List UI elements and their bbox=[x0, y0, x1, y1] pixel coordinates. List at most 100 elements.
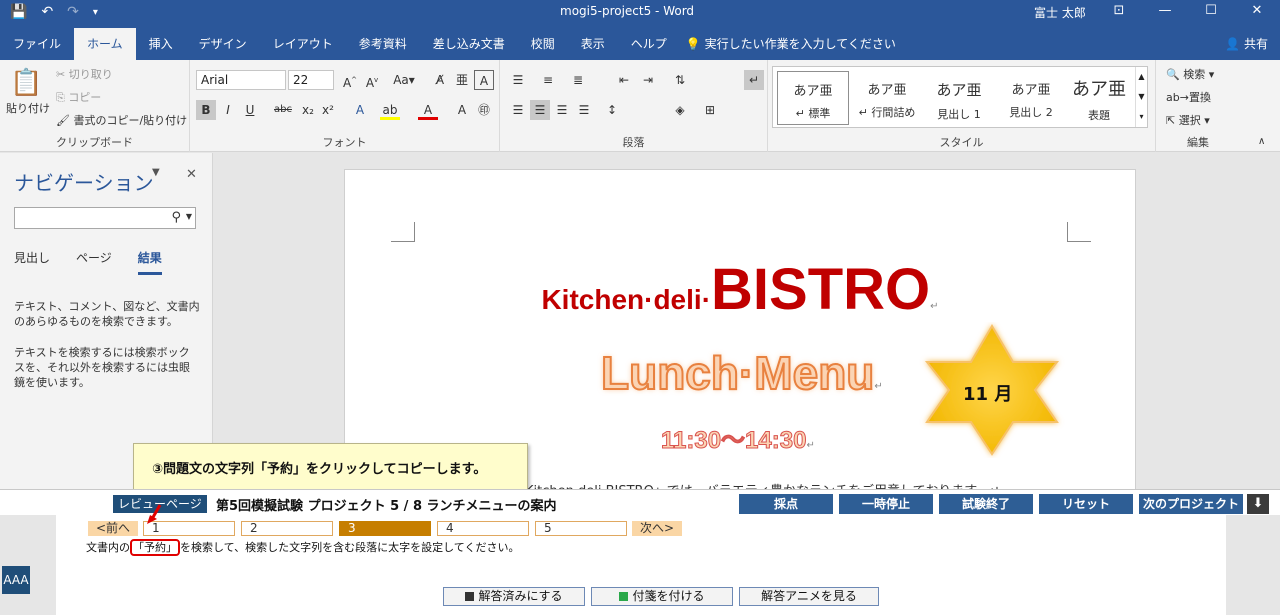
search-icon[interactable]: ⚲ bbox=[171, 210, 181, 225]
superscript-icon[interactable]: x² bbox=[318, 100, 338, 120]
font-name-combo[interactable]: Arial bbox=[196, 70, 286, 90]
phonetic-guide-icon[interactable]: 亜 bbox=[452, 70, 472, 90]
sort-icon[interactable]: ⇅ bbox=[670, 70, 690, 90]
borders-icon[interactable]: ⊞ bbox=[700, 100, 720, 120]
view-answer-animation-button[interactable]: 解答アニメを見る bbox=[739, 587, 879, 606]
tab-home[interactable]: ホーム bbox=[74, 28, 136, 60]
nav-tab-headings[interactable]: 見出し bbox=[14, 249, 50, 275]
font-size-combo[interactable]: 22 bbox=[288, 70, 334, 90]
prev-task-button[interactable]: <前へ bbox=[88, 521, 138, 536]
tab-help[interactable]: ヘルプ bbox=[618, 28, 680, 60]
font-color-icon[interactable]: A bbox=[418, 100, 438, 120]
style-heading1[interactable]: あア亜 見出し 1 bbox=[923, 71, 995, 125]
reset-button[interactable]: リセット bbox=[1039, 494, 1133, 514]
tab-mailings[interactable]: 差し込み文書 bbox=[420, 28, 518, 60]
nav-tab-pages[interactable]: ページ bbox=[76, 249, 112, 275]
style-title[interactable]: あア亜 表題 bbox=[1063, 71, 1135, 125]
style-heading2[interactable]: あア亜 見出し 2 bbox=[995, 71, 1067, 125]
multilevel-icon[interactable]: ≣ bbox=[568, 70, 588, 90]
task-tab-2[interactable]: 2 bbox=[241, 521, 333, 536]
pause-button[interactable]: 一時停止 bbox=[839, 494, 933, 514]
align-left-icon[interactable]: ☰ bbox=[508, 100, 528, 120]
bold-icon[interactable]: B bbox=[196, 100, 216, 120]
select-button[interactable]: ⇱ 選択 ▾ bbox=[1166, 112, 1210, 128]
user-name[interactable]: 富士 太郎 bbox=[1034, 4, 1086, 21]
maximize-icon[interactable]: ☐ bbox=[1188, 0, 1234, 24]
line-spacing-icon[interactable]: ↕ bbox=[602, 100, 622, 120]
task-tab-4[interactable]: 4 bbox=[437, 521, 529, 536]
collapse-ribbon-icon[interactable]: ∧ bbox=[1258, 136, 1265, 147]
paste-button[interactable]: 貼り付け bbox=[6, 100, 50, 116]
align-right-icon[interactable]: ☰ bbox=[552, 100, 572, 120]
undo-icon[interactable]: ↶ bbox=[41, 4, 53, 20]
tab-view[interactable]: 表示 bbox=[568, 28, 618, 60]
align-center-icon[interactable]: ☰ bbox=[530, 100, 550, 120]
nav-tab-results[interactable]: 結果 bbox=[137, 249, 162, 275]
customize-qat-icon[interactable]: ▾ bbox=[93, 7, 98, 18]
copy-button[interactable]: ⎘ コピー bbox=[56, 89, 101, 105]
grow-font-icon[interactable]: A^ bbox=[340, 70, 360, 90]
char-border-icon[interactable]: A bbox=[474, 70, 494, 90]
tab-design[interactable]: デザイン bbox=[186, 28, 260, 60]
save-icon[interactable]: 💾 bbox=[10, 4, 27, 20]
task-tab-3[interactable]: 3 bbox=[339, 521, 431, 536]
decrease-indent-icon[interactable]: ⇤ bbox=[614, 70, 634, 90]
styles-scroll[interactable]: ▲ ▼ ▾ bbox=[1135, 67, 1147, 127]
document-body-line[interactable]: Kitchen·deli·BISTRO」では、バラエティ豊かなランチをご用意して… bbox=[525, 480, 1000, 489]
highlight-icon[interactable]: ab bbox=[380, 100, 400, 120]
tab-layout[interactable]: レイアウト bbox=[260, 28, 346, 60]
increase-indent-icon[interactable]: ⇥ bbox=[638, 70, 658, 90]
tab-insert[interactable]: 挿入 bbox=[136, 28, 186, 60]
redo-icon[interactable]: ↷ bbox=[67, 4, 79, 20]
replace-button[interactable]: ab→置換 bbox=[1166, 89, 1211, 105]
cut-button[interactable]: ✂ 切り取り bbox=[56, 66, 113, 82]
numbering-icon[interactable]: ≡ bbox=[538, 70, 558, 90]
clear-format-icon[interactable]: A̸ bbox=[430, 70, 450, 90]
subscript-icon[interactable]: x₂ bbox=[298, 100, 318, 120]
tab-review[interactable]: 校閲 bbox=[518, 28, 568, 60]
char-shading-icon[interactable]: A bbox=[452, 100, 472, 120]
change-case-icon[interactable]: Aa▾ bbox=[390, 70, 418, 90]
underline-icon[interactable]: U bbox=[240, 100, 260, 120]
lunch-menu-wordart[interactable]: Lunch·Menu↵ bbox=[600, 346, 883, 400]
mark-answered-button[interactable]: 解答済みにする bbox=[443, 587, 585, 606]
lunch-time-text[interactable]: 11:30〜14:30↵ bbox=[660, 420, 814, 455]
font-size-toggle-button[interactable]: AAA bbox=[2, 566, 30, 594]
task-keyword-yoyaku[interactable]: 「予約」 bbox=[130, 539, 180, 556]
shading-icon[interactable]: ◈ bbox=[670, 100, 690, 120]
strikethrough-icon[interactable]: abc bbox=[270, 100, 296, 120]
bullets-icon[interactable]: ☰ bbox=[508, 70, 528, 90]
paste-icon[interactable]: 📋 bbox=[10, 68, 42, 98]
task-tab-5[interactable]: 5 bbox=[535, 521, 627, 536]
style-normal[interactable]: あア亜 ↵ 標準 bbox=[777, 71, 849, 125]
tell-me-box[interactable]: 💡 実行したい作業を入力してください bbox=[686, 28, 896, 60]
format-painter-button[interactable]: 🖌 書式のコピー/貼り付け bbox=[56, 112, 187, 128]
nav-search-input[interactable]: ⚲ ▼ bbox=[14, 207, 196, 229]
find-button[interactable]: 🔍 検索 ▾ bbox=[1166, 66, 1214, 82]
tab-file[interactable]: ファイル bbox=[0, 28, 74, 60]
nav-options-icon[interactable]: ▼ bbox=[152, 167, 160, 178]
justify-icon[interactable]: ☰ bbox=[574, 100, 594, 120]
grade-button[interactable]: 採点 bbox=[739, 494, 833, 514]
download-icon[interactable]: ⬇ bbox=[1247, 494, 1269, 514]
ribbon-display-icon[interactable]: ⊡ bbox=[1096, 0, 1142, 24]
next-project-button[interactable]: 次のプロジェクト bbox=[1139, 494, 1243, 514]
text-effects-icon[interactable]: A bbox=[350, 100, 370, 120]
document-page[interactable]: Kitchen·deli·BISTRO↵ Lunch·Menu↵ 11:30〜1… bbox=[344, 169, 1136, 489]
chevron-down-icon[interactable]: ▼ bbox=[186, 212, 192, 221]
nav-close-icon[interactable]: ✕ bbox=[186, 167, 197, 182]
style-no-spacing[interactable]: あア亜 ↵ 行間詰め bbox=[851, 71, 923, 125]
minimize-icon[interactable]: — bbox=[1142, 0, 1188, 24]
next-task-button[interactable]: 次へ> bbox=[632, 521, 682, 536]
enclosed-char-icon[interactable]: ㊞ bbox=[474, 100, 494, 120]
close-icon[interactable]: ✕ bbox=[1234, 0, 1280, 24]
show-marks-icon[interactable]: ↵ bbox=[744, 70, 764, 90]
shrink-font-icon[interactable]: Av bbox=[362, 70, 382, 90]
italic-icon[interactable]: I bbox=[218, 100, 238, 120]
share-button[interactable]: 👤 共有 bbox=[1225, 35, 1268, 52]
document-area[interactable]: Kitchen·deli·BISTRO↵ Lunch·Menu↵ 11:30〜1… bbox=[214, 153, 1280, 489]
end-exam-button[interactable]: 試験終了 bbox=[939, 494, 1033, 514]
heading-kitchen-deli-bistro[interactable]: Kitchen·deli·BISTRO↵ bbox=[345, 256, 1135, 323]
add-sticky-button[interactable]: 付箋を付ける bbox=[591, 587, 733, 606]
tab-references[interactable]: 参考資料 bbox=[346, 28, 420, 60]
